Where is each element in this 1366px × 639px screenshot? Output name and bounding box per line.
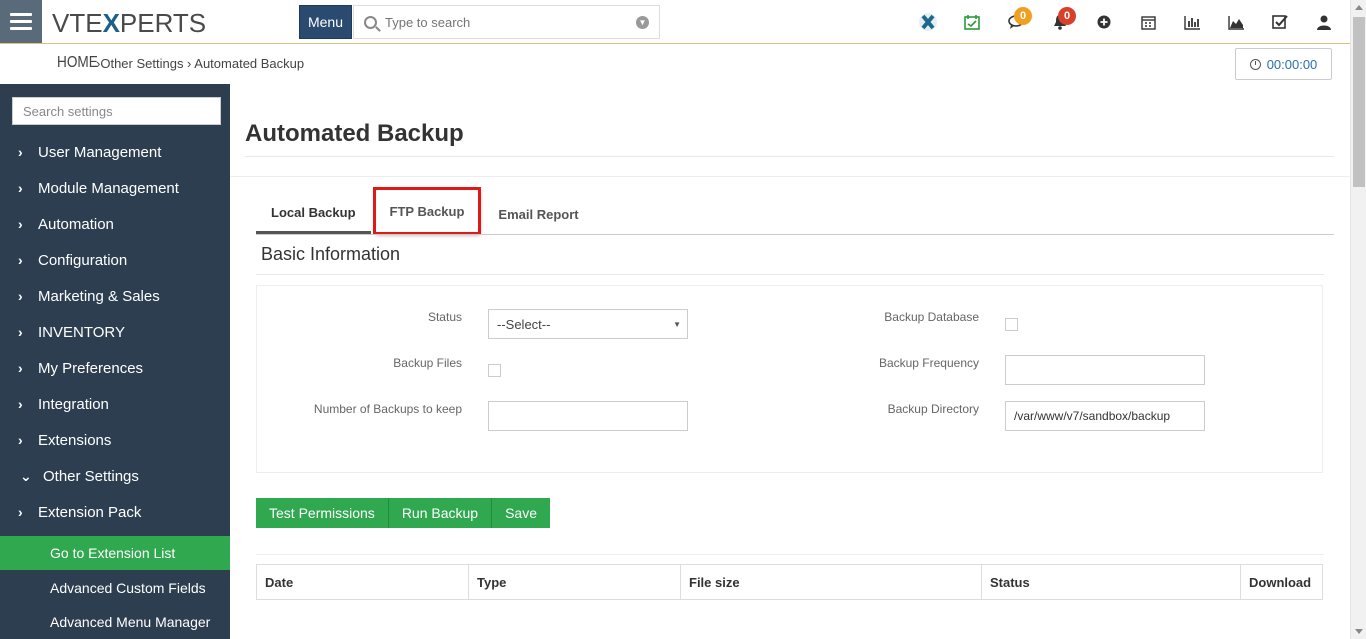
divider xyxy=(256,234,1334,235)
number-of-backups-input[interactable] xyxy=(488,401,688,431)
chevron-right-icon: › xyxy=(18,432,23,448)
scrollbar-thumb[interactable] xyxy=(1353,17,1365,187)
search-dropdown-icon[interactable]: ▼ xyxy=(636,16,649,29)
backup-database-label: Backup Database xyxy=(884,310,979,324)
chevron-right-icon: › xyxy=(18,180,23,196)
sidebar-item-automation[interactable]: › Automation xyxy=(0,206,230,242)
backup-files-label: Backup Files xyxy=(393,356,462,370)
main-content: Automated Backup Local Backup FTP Backup… xyxy=(230,84,1350,639)
backup-frequency-label: Backup Frequency xyxy=(878,356,979,370)
backup-frequency-input[interactable] xyxy=(1005,355,1205,385)
user-profile-icon[interactable] xyxy=(1302,0,1346,44)
backup-history-table: Date Type File size Status Download xyxy=(256,564,1323,600)
chevron-right-icon: › xyxy=(18,288,23,304)
search-icon xyxy=(364,15,377,29)
sidebar-item-extension-pack[interactable]: › Extension Pack xyxy=(0,494,230,530)
number-of-backups-label: Number of Backups to keep xyxy=(313,402,462,416)
calendar-check-icon[interactable] xyxy=(950,0,994,44)
column-header-download[interactable]: Download xyxy=(1241,565,1322,599)
column-header-file-size[interactable]: File size xyxy=(681,565,982,599)
test-permissions-button[interactable]: Test Permissions xyxy=(256,498,389,528)
notification-badge: 0 xyxy=(1058,7,1076,25)
tab-email-report[interactable]: Email Report xyxy=(483,194,593,234)
timer-value: 00:00:00 xyxy=(1266,56,1318,72)
notification-bell-icon[interactable]: 0 xyxy=(1038,0,1082,44)
settings-search-input[interactable]: Search settings xyxy=(12,97,221,125)
sidebar-item-marketing-sales[interactable]: › Marketing & Sales xyxy=(0,278,230,314)
chevron-right-icon: › xyxy=(18,216,23,232)
dropdown-arrow-icon: ▼ xyxy=(673,320,681,329)
tab-ftp-backup[interactable]: FTP Backup xyxy=(372,187,482,235)
backup-tabs: Local Backup FTP Backup Email Report xyxy=(256,187,594,235)
status-label: Status xyxy=(427,310,462,324)
chevron-right-icon: › xyxy=(18,324,23,340)
divider xyxy=(256,274,1324,275)
divider xyxy=(256,554,1324,555)
settings-sidebar: Search settings › User Management › Module… xyxy=(0,84,230,639)
divider xyxy=(245,156,1334,157)
backup-files-checkbox[interactable] xyxy=(488,364,501,377)
breadcrumb-home-link[interactable]: HOME xyxy=(57,54,98,72)
chevron-right-icon: › xyxy=(18,504,23,520)
top-icon-bar: 0 0 xyxy=(906,0,1346,44)
divider xyxy=(230,176,1350,177)
sidebar-item-user-management[interactable]: › User Management xyxy=(0,134,230,170)
page-title: Automated Backup xyxy=(245,120,464,147)
sidebar-subitem-go-to-extension-list[interactable]: Go to Extension List xyxy=(0,536,230,570)
hamburger-menu-icon[interactable] xyxy=(0,0,42,43)
chevron-right-icon: › xyxy=(18,360,23,376)
save-button[interactable]: Save xyxy=(492,498,551,528)
tab-local-backup[interactable]: Local Backup xyxy=(256,194,371,234)
chevron-right-icon: › xyxy=(18,396,23,412)
breadcrumb: HOME ›Other Settings › Automated Backup … xyxy=(0,44,1350,84)
chat-icon[interactable]: 0 xyxy=(994,0,1038,44)
reports-bar-chart-icon[interactable] xyxy=(1170,0,1214,44)
run-backup-button[interactable]: Run Backup xyxy=(388,498,493,528)
session-timer[interactable]: 00:00:00 xyxy=(1235,48,1332,80)
status-select[interactable]: --Select-- ▼ xyxy=(488,309,688,339)
global-search[interactable]: ▼ xyxy=(353,5,660,39)
column-header-status[interactable]: Status xyxy=(982,565,1241,599)
top-navbar: VTEXPERTS Menu ▼ 0 0 xyxy=(0,0,1366,44)
backup-directory-label: Backup Directory xyxy=(887,402,979,416)
sidebar-item-inventory[interactable]: › INVENTORY xyxy=(0,314,230,350)
area-chart-icon[interactable] xyxy=(1214,0,1258,44)
app-logo[interactable]: VTEXPERTS xyxy=(52,8,206,39)
sidebar-item-my-preferences[interactable]: › My Preferences xyxy=(0,350,230,386)
clock-icon xyxy=(1249,58,1261,70)
backup-database-checkbox[interactable] xyxy=(1005,318,1018,331)
sidebar-item-integration[interactable]: › Integration xyxy=(0,386,230,422)
sidebar-item-configuration[interactable]: › Configuration xyxy=(0,242,230,278)
chevron-down-icon: ⌄ xyxy=(20,467,32,484)
sidebar-subitem-advanced-menu-manager[interactable]: Advanced Menu Manager xyxy=(0,605,230,639)
column-header-type[interactable]: Type xyxy=(469,565,681,599)
action-buttons: Test Permissions Run Backup Save xyxy=(256,498,551,528)
breadcrumb-path[interactable]: ›Other Settings › Automated Backup xyxy=(96,56,304,71)
scroll-up-arrow-icon[interactable] xyxy=(1355,5,1363,10)
menu-button[interactable]: Menu xyxy=(299,5,352,39)
sidebar-item-module-management[interactable]: › Module Management xyxy=(0,170,230,206)
chevron-right-icon: › xyxy=(18,144,23,160)
section-title: Basic Information xyxy=(261,244,401,264)
page-scrollbar[interactable] xyxy=(1350,0,1366,639)
chevron-right-icon: › xyxy=(18,252,23,268)
column-header-date[interactable]: Date xyxy=(257,565,469,599)
sidebar-subitem-advanced-custom-fields[interactable]: Advanced Custom Fields xyxy=(0,571,230,605)
vtexperts-x-icon[interactable] xyxy=(906,0,950,44)
tasks-checkbox-icon[interactable] xyxy=(1258,0,1302,44)
sidebar-item-extensions[interactable]: › Extensions xyxy=(0,422,230,458)
add-icon[interactable] xyxy=(1082,0,1126,44)
calendar-icon[interactable] xyxy=(1126,0,1170,44)
scroll-down-arrow-icon[interactable] xyxy=(1355,629,1363,634)
backup-directory-input[interactable]: /var/www/v7/sandbox/backup xyxy=(1005,401,1205,431)
global-search-input[interactable] xyxy=(385,14,625,30)
sidebar-item-other-settings[interactable]: ⌄ Other Settings xyxy=(0,458,230,494)
basic-information-form: Status --Select-- ▼ Backup Files Number o… xyxy=(256,285,1323,473)
chat-badge: 0 xyxy=(1014,7,1032,25)
